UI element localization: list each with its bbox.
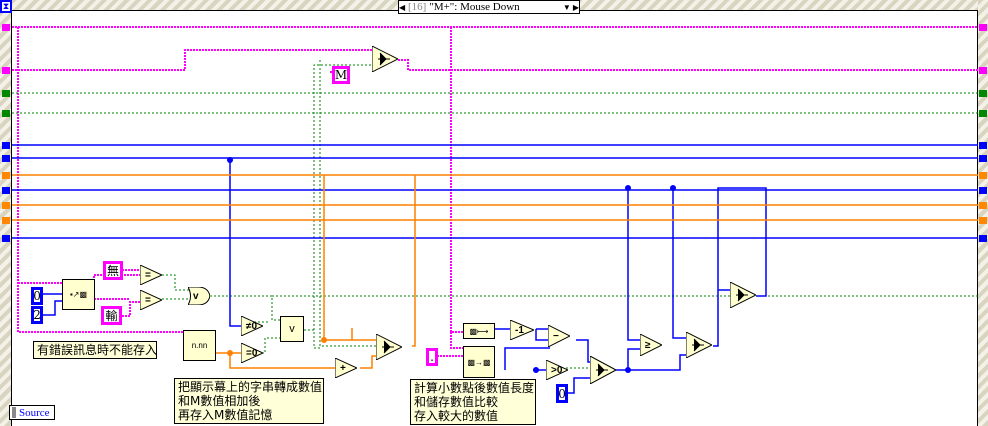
numeric-constant-two[interactable]: 2	[31, 306, 43, 324]
integer-tunnel	[2, 142, 10, 149]
source-label: Source	[19, 406, 50, 419]
block-diagram: ⧗ ◀ [16] "M+": Mouse Down ▼ ▶ M 無 輸 0 2 …	[0, 0, 988, 426]
comment-decimal: 計算小數點後數值長度 和儲存數值比較 存入較大的數值	[410, 379, 536, 425]
integer-tunnel	[979, 235, 987, 242]
string-subset-node[interactable]: ▪↗▩	[62, 279, 95, 310]
double-tunnel	[2, 172, 10, 179]
string-constant-shu[interactable]: 輸	[101, 306, 122, 325]
comment-convert: 把顯示幕上的字串轉成數值 和M數值相加後 再存入M數值記憶	[174, 378, 324, 424]
greater-or-equal-node[interactable]: ≥	[640, 334, 662, 356]
string-tunnel	[2, 24, 10, 31]
string-constant-dot[interactable]: .	[426, 348, 438, 366]
select-node-3[interactable]	[590, 356, 616, 384]
select-node-5[interactable]	[730, 282, 756, 308]
select-node-1[interactable]	[372, 46, 398, 72]
integer-tunnel	[979, 187, 987, 194]
string-tunnel	[979, 24, 987, 31]
decrement-node[interactable]: -1	[510, 320, 534, 340]
double-tunnel	[979, 172, 987, 179]
source-terminal-icon	[12, 407, 16, 418]
equal-zero-node[interactable]: =0	[241, 343, 263, 363]
comment-error: 有錯誤訊息時不能存入	[33, 341, 157, 359]
event-data-node-source[interactable]: Source	[9, 405, 55, 420]
boolean-tunnel	[979, 110, 987, 117]
integer-tunnel	[979, 142, 987, 149]
string-length-node[interactable]: ▩⟼	[463, 323, 495, 339]
compound-or-node[interactable]: v	[280, 316, 304, 342]
integer-tunnel	[2, 155, 10, 162]
integer-tunnel	[979, 155, 987, 162]
string-tunnel	[979, 67, 987, 74]
select-node-2[interactable]	[376, 334, 402, 360]
double-tunnel	[2, 217, 10, 224]
subtract-node[interactable]: −	[548, 325, 570, 347]
integer-tunnel	[2, 187, 10, 194]
boolean-tunnel	[2, 90, 10, 97]
boolean-tunnel	[979, 90, 987, 97]
match-pattern-node[interactable]: ▩→▩	[463, 346, 495, 378]
integer-tunnel	[2, 235, 10, 242]
double-tunnel	[2, 202, 10, 209]
numeric-constant-zero[interactable]: 0	[31, 287, 43, 305]
compound-or-label: v	[289, 323, 295, 335]
string-constant-m[interactable]: M	[332, 66, 350, 84]
fract-exp-string-to-number-node[interactable]: n.nn	[183, 330, 216, 361]
select-node-4[interactable]	[686, 332, 712, 358]
or-node[interactable]: v	[188, 287, 210, 305]
double-tunnel	[979, 217, 987, 224]
numeric-constant-zero-2[interactable]: 0	[556, 384, 568, 403]
equal-node-2[interactable]: =	[140, 290, 162, 310]
string-tunnel	[2, 67, 10, 74]
double-tunnel	[979, 202, 987, 209]
boolean-tunnel	[2, 110, 10, 117]
string-constant-wu[interactable]: 無	[103, 261, 123, 280]
add-node[interactable]: +	[335, 358, 357, 378]
greater-than-zero-node[interactable]: >0	[546, 360, 568, 380]
not-equal-zero-node[interactable]: ≠0	[241, 316, 263, 336]
equal-node-1[interactable]: =	[140, 265, 162, 285]
